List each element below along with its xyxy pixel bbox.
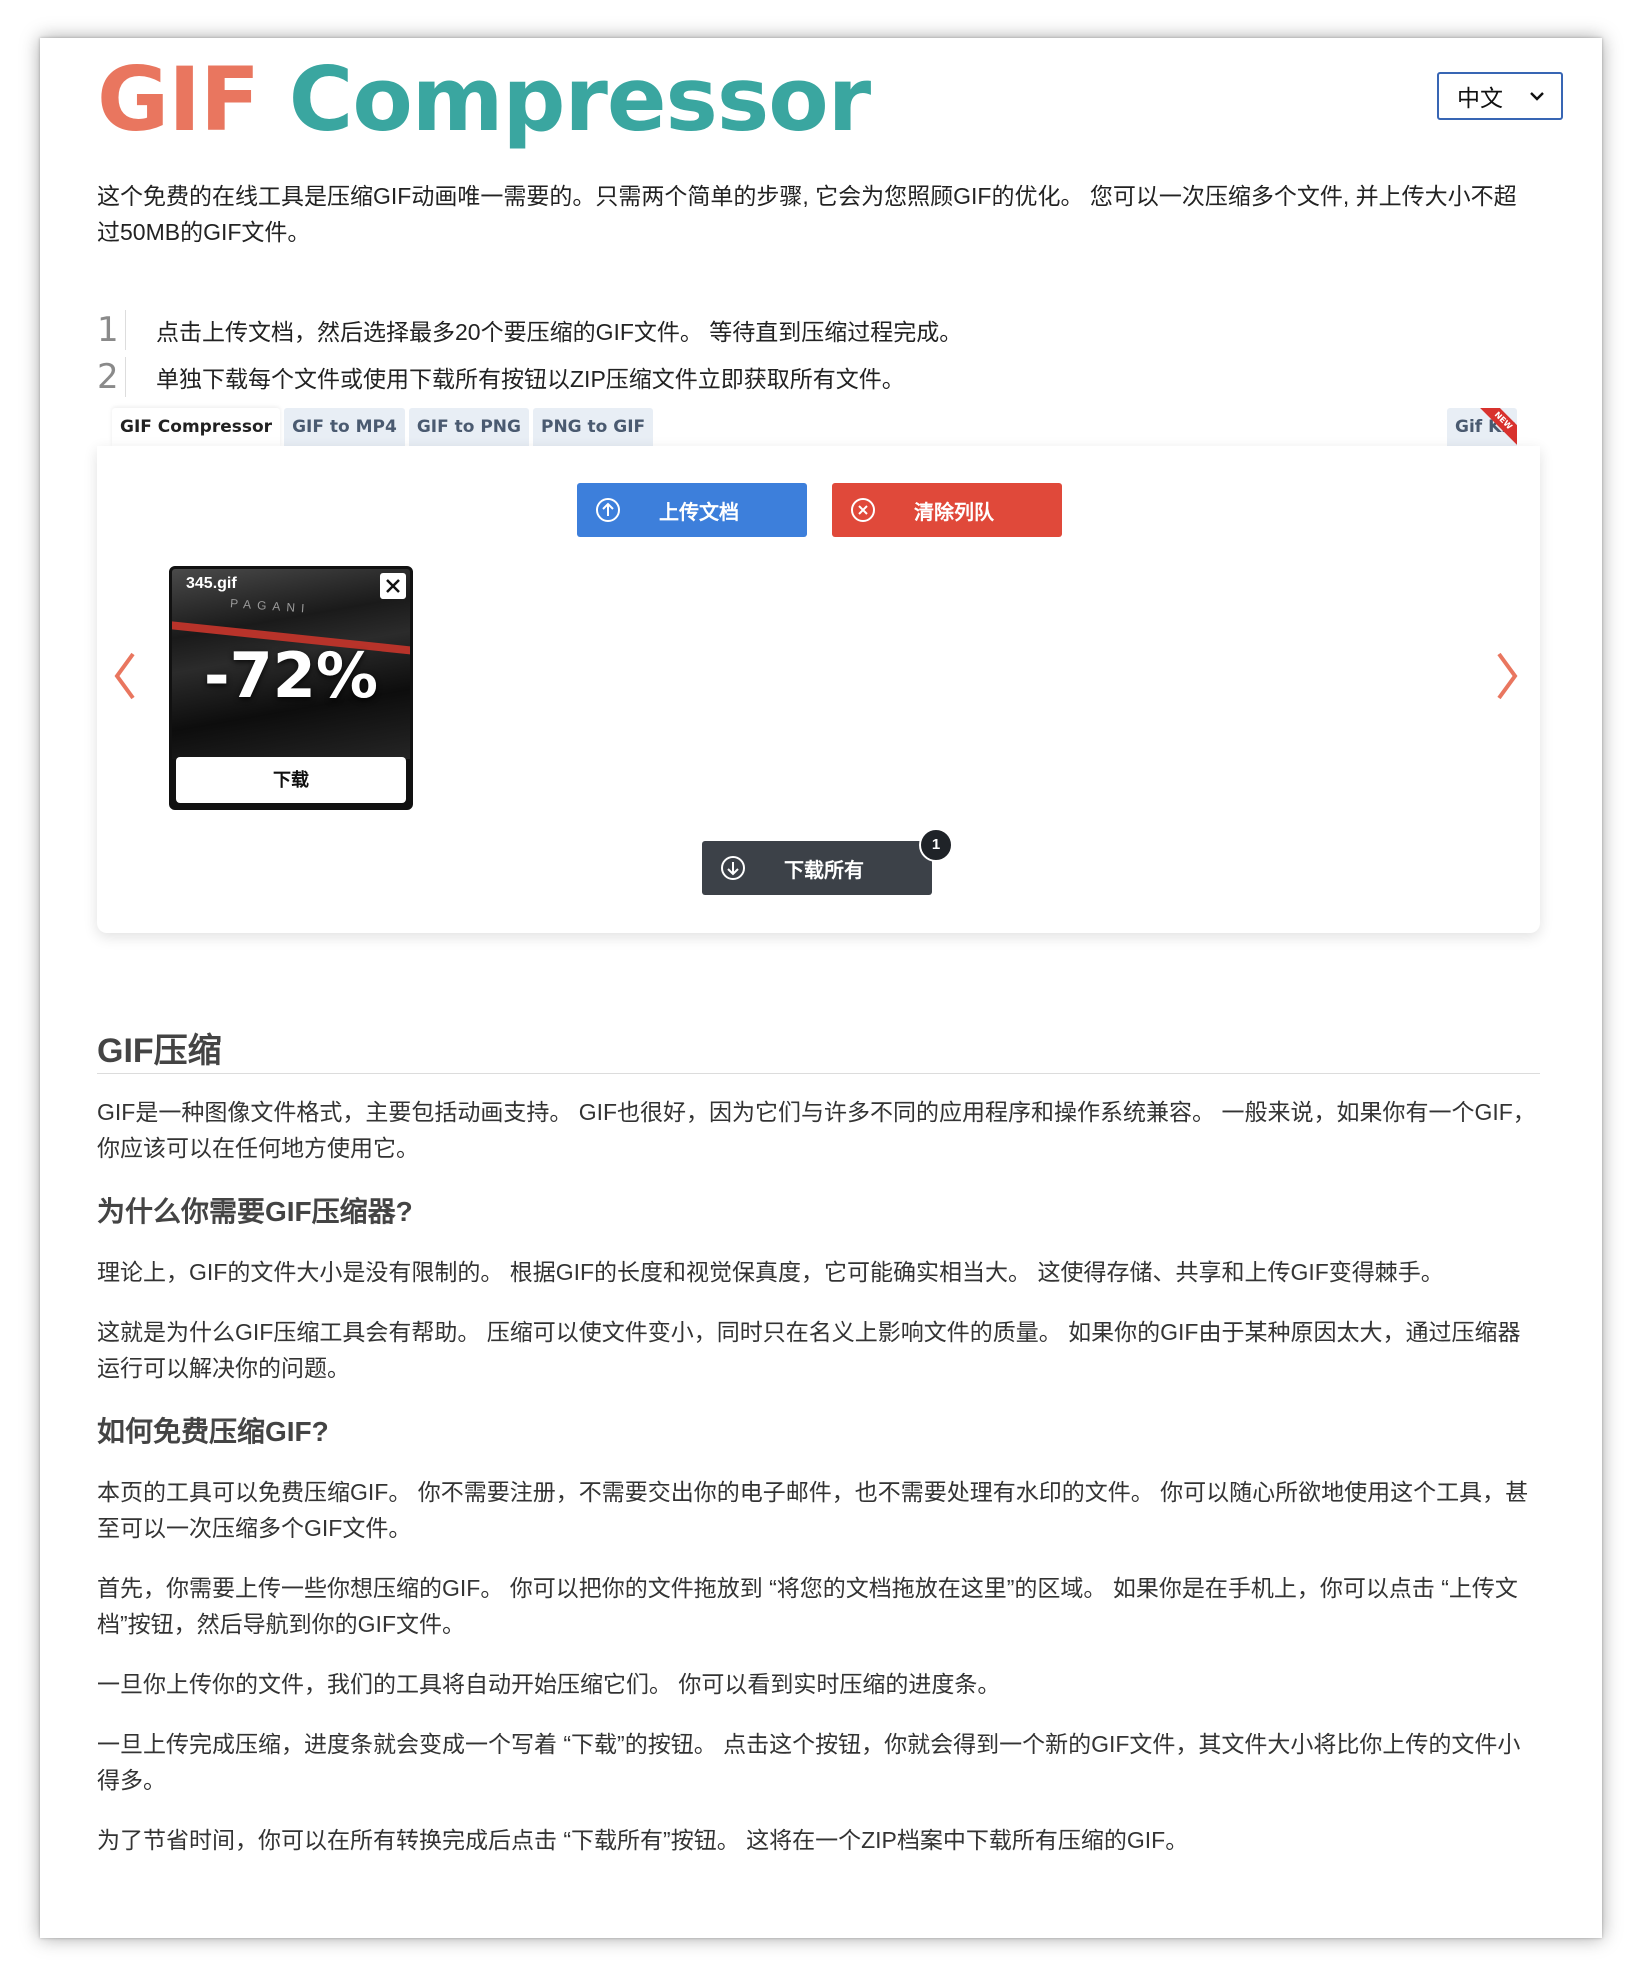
chevron-down-icon xyxy=(1530,92,1544,101)
article-paragraph: 为了节省时间，你可以在所有转换完成后点击 “下载所有”按钮。 这将在一个ZIP档… xyxy=(97,1827,1189,1853)
file-card: PAGANI 345.gif -72% 下载 xyxy=(169,566,413,810)
close-circle-icon xyxy=(851,498,875,522)
download-all-label: 下载所有 xyxy=(784,859,864,882)
tab-gif-kit[interactable]: Gif Kit NEW xyxy=(1447,408,1517,446)
clear-queue-button[interactable]: 清除列队 xyxy=(832,483,1062,537)
article-paragraph: GIF是一种图像文件格式，主要包括动画支持。 GIF也很好，因为它们与许多不同的… xyxy=(97,1099,1536,1161)
clear-queue-label: 清除列队 xyxy=(914,501,994,524)
language-value: 中文 xyxy=(1457,85,1503,111)
thumbnail-brand-text: PAGANI xyxy=(229,596,311,616)
language-select[interactable]: 中文 xyxy=(1437,72,1563,120)
download-all-button[interactable]: 下载所有 xyxy=(702,841,932,895)
section-heading-how: 如何免费压缩GIF? xyxy=(97,1416,329,1447)
article-paragraph: 理论上，GIF的文件大小是没有限制的。 根据GIF的长度和视觉保真度，它可能确实… xyxy=(97,1259,1444,1285)
logo-gif: GIF xyxy=(97,48,260,151)
tool-panel: 上传文档 清除列队 PAGANI 345.gif -72% 下载 下载所有 1 xyxy=(97,446,1540,933)
article-title: GIF压缩 xyxy=(97,1023,1540,1074)
upload-button[interactable]: 上传文档 xyxy=(577,483,807,537)
site-logo[interactable]: GIF Compressor xyxy=(97,56,871,144)
intro-text: 这个免费的在线工具是压缩GIF动画唯一需要的。只需两个简单的步骤, 它会为您照顾… xyxy=(97,183,1517,245)
tool-tabs: GIF Compressor GIF to MP4 GIF to PNG PNG… xyxy=(112,408,654,446)
tab-png-to-gif[interactable]: PNG to GIF xyxy=(533,408,654,446)
article-paragraph: 一旦上传完成压缩，进度条就会变成一个写着 “下载”的按钮。 点击这个按钮，你就会… xyxy=(97,1731,1521,1793)
chevron-left-icon[interactable] xyxy=(109,646,139,706)
section-heading-why: 为什么你需要GIF压缩器? xyxy=(97,1196,413,1227)
step-text: 点击上传文档，然后选择最多20个要压缩的GIF文件。 等待直到压缩过程完成。 xyxy=(156,318,963,345)
file-download-button[interactable]: 下载 xyxy=(176,757,406,803)
article-paragraph: 一旦你上传你的文件，我们的工具将自动开始压缩它们。 你可以看到实时压缩的进度条。 xyxy=(97,1671,1001,1697)
step-number: 1 xyxy=(97,309,126,350)
step-item: 1 点击上传文档，然后选择最多20个要压缩的GIF文件。 等待直到压缩过程完成。 xyxy=(97,306,1497,353)
download-count-badge: 1 xyxy=(919,828,953,862)
step-text: 单独下载每个文件或使用下载所有按钮以ZIP压缩文件立即获取所有文件。 xyxy=(156,365,905,392)
chevron-right-icon[interactable] xyxy=(1493,646,1523,706)
tab-gif-to-mp4[interactable]: GIF to MP4 xyxy=(284,408,405,446)
article-paragraph: 这就是为什么GIF压缩工具会有帮助。 压缩可以使文件变小，同时只在名义上影响文件… xyxy=(97,1319,1521,1381)
logo-compressor: Compressor xyxy=(288,48,871,151)
page: GIF Compressor 中文 这个免费的在线工具是压缩GIF动画唯一需要的… xyxy=(40,38,1602,1938)
tab-gif-to-png[interactable]: GIF to PNG xyxy=(408,408,529,446)
steps-list: 1 点击上传文档，然后选择最多20个要压缩的GIF文件。 等待直到压缩过程完成。… xyxy=(97,306,1497,400)
step-item: 2 单独下载每个文件或使用下载所有按钮以ZIP压缩文件立即获取所有文件。 xyxy=(97,353,1497,400)
arrow-up-circle-icon xyxy=(596,498,620,522)
step-number: 2 xyxy=(97,356,126,397)
close-icon xyxy=(386,579,400,593)
article-paragraph: 本页的工具可以免费压缩GIF。 你不需要注册，不需要交出你的电子邮件，也不需要处… xyxy=(97,1479,1529,1541)
arrow-down-circle-icon xyxy=(721,856,745,880)
remove-file-button[interactable] xyxy=(380,573,406,599)
compression-percent: -72% xyxy=(203,639,379,712)
upload-button-label: 上传文档 xyxy=(659,501,739,524)
tab-gif-compressor[interactable]: GIF Compressor xyxy=(112,408,281,446)
article-paragraph: 首先，你需要上传一些你想压缩的GIF。 你可以把你的文件拖放到 “将您的文档拖放… xyxy=(97,1575,1518,1637)
article: GIF压缩 GIF是一种图像文件格式，主要包括动画支持。 GIF也很好，因为它们… xyxy=(97,1023,1540,1882)
file-name: 345.gif xyxy=(186,575,237,592)
